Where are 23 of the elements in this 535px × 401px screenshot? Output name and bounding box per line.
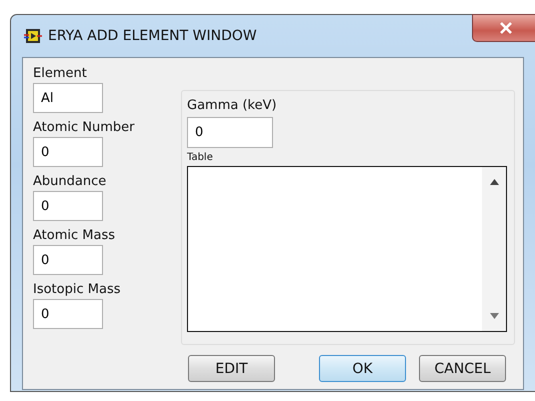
- scroll-bar[interactable]: [482, 167, 506, 331]
- gamma-field[interactable]: 0: [187, 117, 273, 148]
- field-label: Abundance: [33, 173, 108, 191]
- field-label: Atomic Number: [33, 119, 136, 137]
- close-icon: [499, 22, 513, 34]
- input-field[interactable]: 0: [33, 245, 103, 275]
- field-label: Gamma (keV): [187, 97, 278, 115]
- input-field[interactable]: Al: [33, 83, 103, 113]
- field-label: Element: [33, 65, 88, 83]
- window-title: ERYA ADD ELEMENT WINDOW: [48, 28, 257, 44]
- input-field[interactable]: 0: [33, 137, 103, 167]
- close-button[interactable]: [472, 14, 535, 42]
- dialog-button[interactable]: EDIT: [188, 355, 275, 382]
- input-field[interactable]: 0: [33, 191, 103, 221]
- table-label: Table: [187, 152, 214, 165]
- scroll-up-icon[interactable]: [490, 179, 498, 185]
- input-field[interactable]: 0: [33, 299, 103, 329]
- app-icon: [24, 28, 42, 44]
- scroll-down-icon[interactable]: [490, 313, 498, 319]
- field-label: Isotopic Mass: [33, 281, 122, 299]
- dialog-button[interactable]: CANCEL: [419, 355, 506, 382]
- field-label: Atomic Mass: [33, 227, 116, 245]
- dialog-button[interactable]: OK: [319, 355, 406, 382]
